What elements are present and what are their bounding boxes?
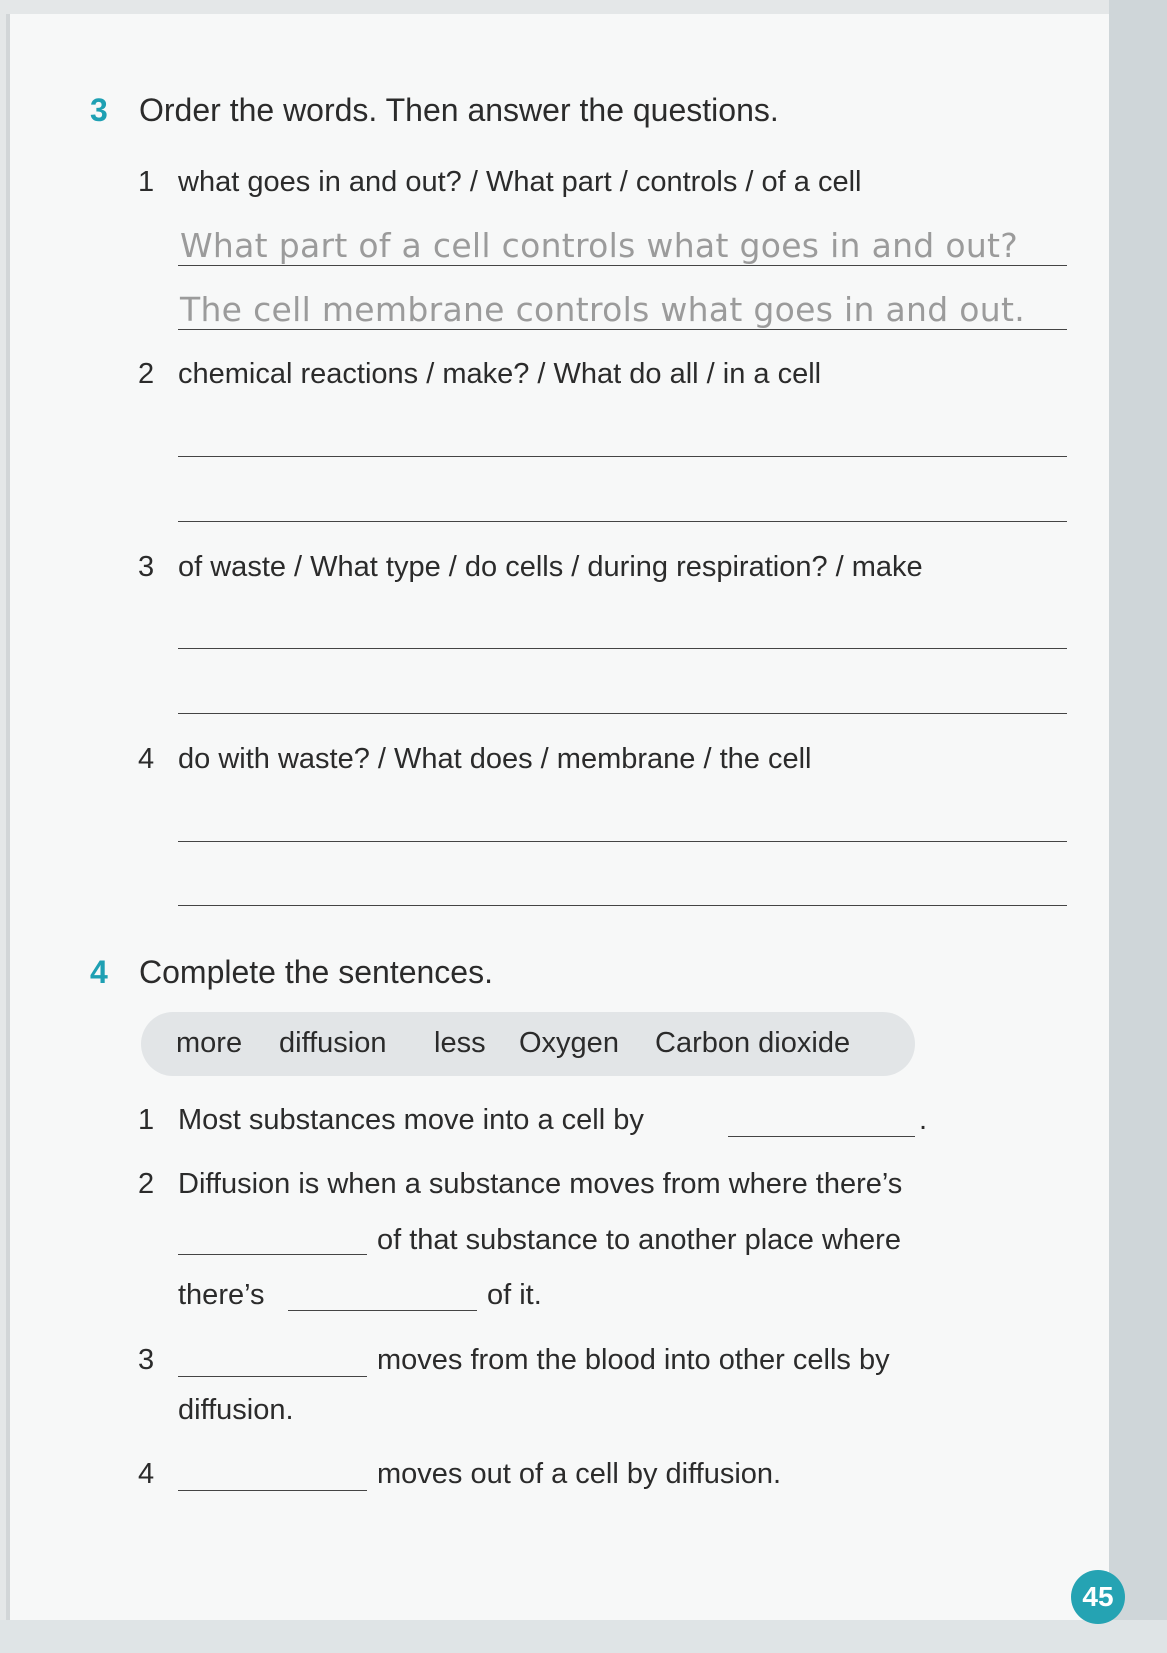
sentence-text: moves out of a cell by diffusion. <box>377 1458 782 1490</box>
item-prompt: of waste / What type / do cells / during… <box>178 551 923 583</box>
sentence-text: Most substances move into a cell by <box>178 1104 644 1136</box>
answer-line[interactable] <box>178 905 1067 906</box>
word-bank-item: Carbon dioxide <box>655 1027 851 1059</box>
item-number: 1 <box>138 1104 155 1136</box>
fill-in-blank[interactable] <box>728 1136 915 1137</box>
item-number: 2 <box>138 1168 155 1200</box>
exercise-4-number: 4 <box>90 954 108 990</box>
sentence-text: moves from the blood into other cells by <box>377 1344 890 1376</box>
sentence-text: of it. <box>487 1279 542 1311</box>
answer-line[interactable] <box>178 329 1067 330</box>
sentence-text: of that substance to another place where <box>377 1224 901 1256</box>
page-number-badge: 45 <box>1071 1570 1125 1624</box>
answer-line[interactable] <box>178 648 1067 649</box>
item-number: 3 <box>138 1344 155 1376</box>
sentence-text: . <box>919 1104 928 1136</box>
exercise-3-title: Order the words. Then answer the questio… <box>139 92 779 128</box>
exercise-4-title: Complete the sentences. <box>139 954 493 990</box>
word-bank-item: more <box>176 1027 243 1059</box>
item-prompt: do with waste? / What does / membrane / … <box>178 743 812 775</box>
item-number: 4 <box>138 1458 155 1490</box>
fill-in-blank[interactable] <box>288 1310 477 1311</box>
sentence-text: there’s <box>178 1279 265 1311</box>
answer-line[interactable] <box>178 521 1067 522</box>
item-prompt: what goes in and out? / What part / cont… <box>178 166 862 198</box>
page-edge <box>1109 0 1167 1653</box>
word-bank-item: Oxygen <box>519 1027 619 1059</box>
item-prompt: chemical reactions / make? / What do all… <box>178 358 822 390</box>
sentence-text: diffusion. <box>178 1394 294 1426</box>
fill-in-blank[interactable] <box>178 1254 367 1255</box>
word-bank-item: diffusion <box>279 1027 387 1059</box>
handwritten-answer: The cell membrane controls what goes in … <box>180 290 1026 329</box>
fill-in-blank[interactable] <box>178 1376 367 1377</box>
item-number: 1 <box>138 166 155 198</box>
handwritten-answer-question: What part of a cell controls what goes i… <box>180 226 1019 265</box>
page-bottom-edge <box>0 1620 1167 1653</box>
answer-line[interactable] <box>178 456 1067 457</box>
exercise-3-number: 3 <box>90 92 108 128</box>
answer-line[interactable] <box>178 265 1067 266</box>
item-number: 3 <box>138 551 155 583</box>
fill-in-blank[interactable] <box>178 1490 367 1491</box>
sentence-text: Diffusion is when a substance moves from… <box>178 1168 903 1200</box>
word-bank-item: less <box>434 1027 486 1059</box>
answer-line[interactable] <box>178 841 1067 842</box>
item-number: 2 <box>138 358 155 390</box>
answer-line[interactable] <box>178 713 1067 714</box>
item-number: 4 <box>138 743 155 775</box>
